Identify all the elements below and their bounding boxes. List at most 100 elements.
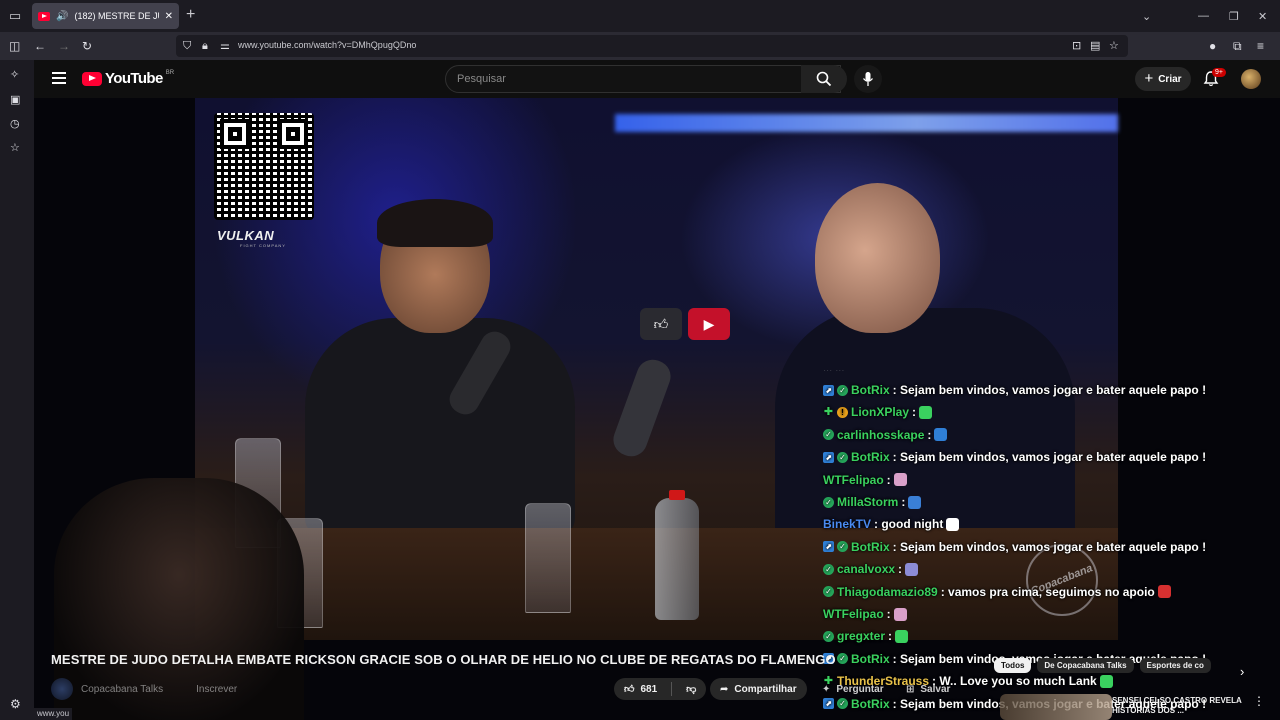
extensions-icon[interactable]: ⧉: [1233, 38, 1242, 54]
save-button[interactable]: ⊞ Salvar: [900, 678, 956, 700]
chat-username: BotRix: [851, 539, 890, 554]
gold-badge-icon: !: [837, 406, 848, 418]
background-decor: 👍︎ ▶: [640, 308, 730, 340]
save-label: Salvar: [920, 683, 951, 695]
permissions-icon[interactable]: ⚌: [220, 39, 230, 53]
close-tab-icon[interactable]: ✕: [165, 11, 173, 22]
ask-button[interactable]: ✦ Perguntar: [814, 678, 892, 700]
history-icon[interactable]: ◷: [10, 117, 20, 130]
list-all-tabs-icon[interactable]: ▭: [2, 3, 28, 29]
minimize-icon[interactable]: —: [1198, 0, 1209, 32]
chat-message: ⬈✓BotRix: Sejam bem vindos, vamos jogar …: [823, 380, 1206, 400]
bot-badge-icon: ⬈: [823, 541, 834, 553]
chat-message: BinekTV: good night: [823, 514, 960, 534]
bookmarks-icon[interactable]: ☆: [10, 141, 20, 154]
create-button[interactable]: + Criar: [1135, 67, 1191, 91]
tab-title: (182) MESTRE DE JUDO DE: [74, 11, 158, 21]
chip-sports[interactable]: Esportes de co: [1139, 658, 1211, 673]
subscribe-button[interactable]: Inscrever: [196, 684, 237, 695]
customize-sidebar-gear-icon[interactable]: ⚙: [10, 697, 21, 711]
chat-emote-icon: [919, 405, 933, 419]
guide-menu-icon[interactable]: [52, 72, 66, 84]
reader-view-icon[interactable]: ▤: [1090, 39, 1100, 53]
plus-badge-icon: ✚: [823, 405, 834, 418]
account-avatar[interactable]: [1241, 69, 1261, 89]
channel-name[interactable]: Copacabana Talks: [81, 684, 163, 695]
microphone-icon: [862, 72, 874, 86]
chat-emote-icon: [895, 629, 909, 643]
chat-text: :: [898, 562, 903, 577]
share-button[interactable]: ➦ Compartilhar: [710, 678, 807, 700]
chat-text: : good night: [874, 517, 944, 532]
chat-message: ✓ Thiagodamazio89: vamos pra cima, seguim…: [823, 582, 1171, 602]
synced-tabs-icon[interactable]: ▣: [10, 93, 20, 106]
youtube-logo[interactable]: YouTube BR: [82, 70, 174, 87]
ok-badge-icon: ✓: [823, 630, 834, 642]
chat-username: LionXPlay: [851, 405, 910, 420]
youtube-header: YouTube BR Pesquisar + Criar 9+: [34, 60, 1280, 98]
chat-emote-icon: [1099, 674, 1113, 688]
chat-emote-icon: [905, 562, 919, 576]
close-window-icon[interactable]: ✕: [1258, 0, 1267, 32]
lock-icon[interactable]: 🔒︎: [202, 39, 208, 53]
chat-username: Thiagodamazio89: [837, 584, 938, 599]
chat-text: : Sejam bem vindos, vamos jogar e bater …: [892, 450, 1207, 465]
chat-emote-icon: [1157, 585, 1171, 599]
ask-label: Perguntar: [836, 683, 884, 695]
microphone-right: [608, 355, 676, 461]
share-icon: ➦: [720, 683, 729, 695]
voice-search-button[interactable]: [854, 65, 882, 93]
like-count[interactable]: 681: [640, 684, 657, 695]
sidebar-toggle-icon[interactable]: ◫: [9, 38, 20, 54]
url-text[interactable]: www.youtube.com/watch?v=DMhQpugQDno: [238, 40, 416, 50]
menu-icon[interactable]: ≡: [1257, 38, 1264, 54]
sponsor-logo: VULKAN: [217, 228, 275, 243]
chat-username: carlinhosskape: [837, 427, 925, 442]
ok-badge-icon: ✓: [823, 563, 834, 575]
browser-sidebar: ✧ ▣ ◷ ☆: [0, 60, 34, 720]
translate-icon[interactable]: ⊡: [1072, 39, 1081, 53]
shield-icon[interactable]: ⛉: [183, 39, 191, 53]
ok-badge-icon: ✓: [837, 653, 848, 665]
browser-nav-bar: ◫ ← → ↻ ⛉ 🔒︎ ⚌ www.youtube.com/watch?v=D…: [0, 32, 1280, 60]
chip-channel[interactable]: De Copacabana Talks: [1037, 658, 1134, 673]
chat-emote-icon: [946, 517, 960, 531]
new-tab-icon[interactable]: +: [186, 7, 195, 23]
url-bar[interactable]: ⛉ 🔒︎ ⚌ www.youtube.com/watch?v=DMhQpugQD…: [176, 35, 1128, 57]
channel-avatar[interactable]: [51, 678, 73, 700]
video-title: MESTRE DE JUDO DETALHA EMBATE RICKSON GR…: [51, 652, 836, 667]
recommended-thumbnail[interactable]: [1000, 694, 1112, 720]
chat-username: WTFelipao: [823, 607, 884, 621]
audio-playing-icon[interactable]: 🔊: [56, 11, 68, 22]
ai-chat-icon[interactable]: ✧: [10, 68, 19, 81]
maximize-icon[interactable]: ❐: [1229, 0, 1239, 32]
ok-badge-icon: ✓: [823, 586, 834, 598]
chat-message: ⬈✓BotRix: Sejam bem vindos, vamos jogar …: [823, 447, 1206, 467]
bot-badge-icon: ⬈: [823, 451, 834, 463]
chat-text: : W.. Love you so much Lank: [932, 674, 1097, 689]
related-filter-chips: Todos De Copacabana Talks Esportes de co: [994, 658, 1211, 673]
status-bar-url: www.you: [34, 708, 73, 720]
search-box[interactable]: Pesquisar: [445, 65, 841, 93]
browser-tab-active[interactable]: 🔊 (182) MESTRE DE JUDO DE ✕: [32, 3, 179, 29]
bookmark-star-icon[interactable]: ☆: [1109, 39, 1119, 53]
chip-all[interactable]: Todos: [994, 658, 1032, 673]
back-icon[interactable]: ←: [34, 38, 46, 54]
youtube-favicon-icon: [38, 11, 50, 21]
recommended-title[interactable]: SENSEI CELSO CASTRO REVELA HISTÓRIAS DOS…: [1112, 696, 1242, 716]
dislike-icon[interactable]: 👎︎: [686, 683, 696, 695]
search-button[interactable]: [801, 65, 847, 93]
chat-message: ✓ MillaStorm:: [823, 492, 922, 512]
like-icon[interactable]: 👍︎: [624, 683, 634, 695]
video-player[interactable]: 👍︎ ▶ VULKAN FIGHT COMPANY Copacabana ...…: [34, 98, 1280, 720]
forward-icon[interactable]: →: [58, 38, 70, 54]
tab-overflow-icon[interactable]: ⌄: [1142, 0, 1151, 32]
reload-icon[interactable]: ↻: [82, 38, 92, 54]
account-icon[interactable]: ●: [1209, 38, 1216, 54]
qr-code: [214, 113, 314, 220]
bot-badge-icon: ⬈: [823, 384, 834, 396]
more-options-icon[interactable]: ⋮: [1253, 694, 1265, 708]
search-input[interactable]: Pesquisar: [457, 73, 506, 85]
host-left: [305, 199, 575, 538]
chips-next-chevron-icon[interactable]: ›: [1240, 664, 1244, 679]
